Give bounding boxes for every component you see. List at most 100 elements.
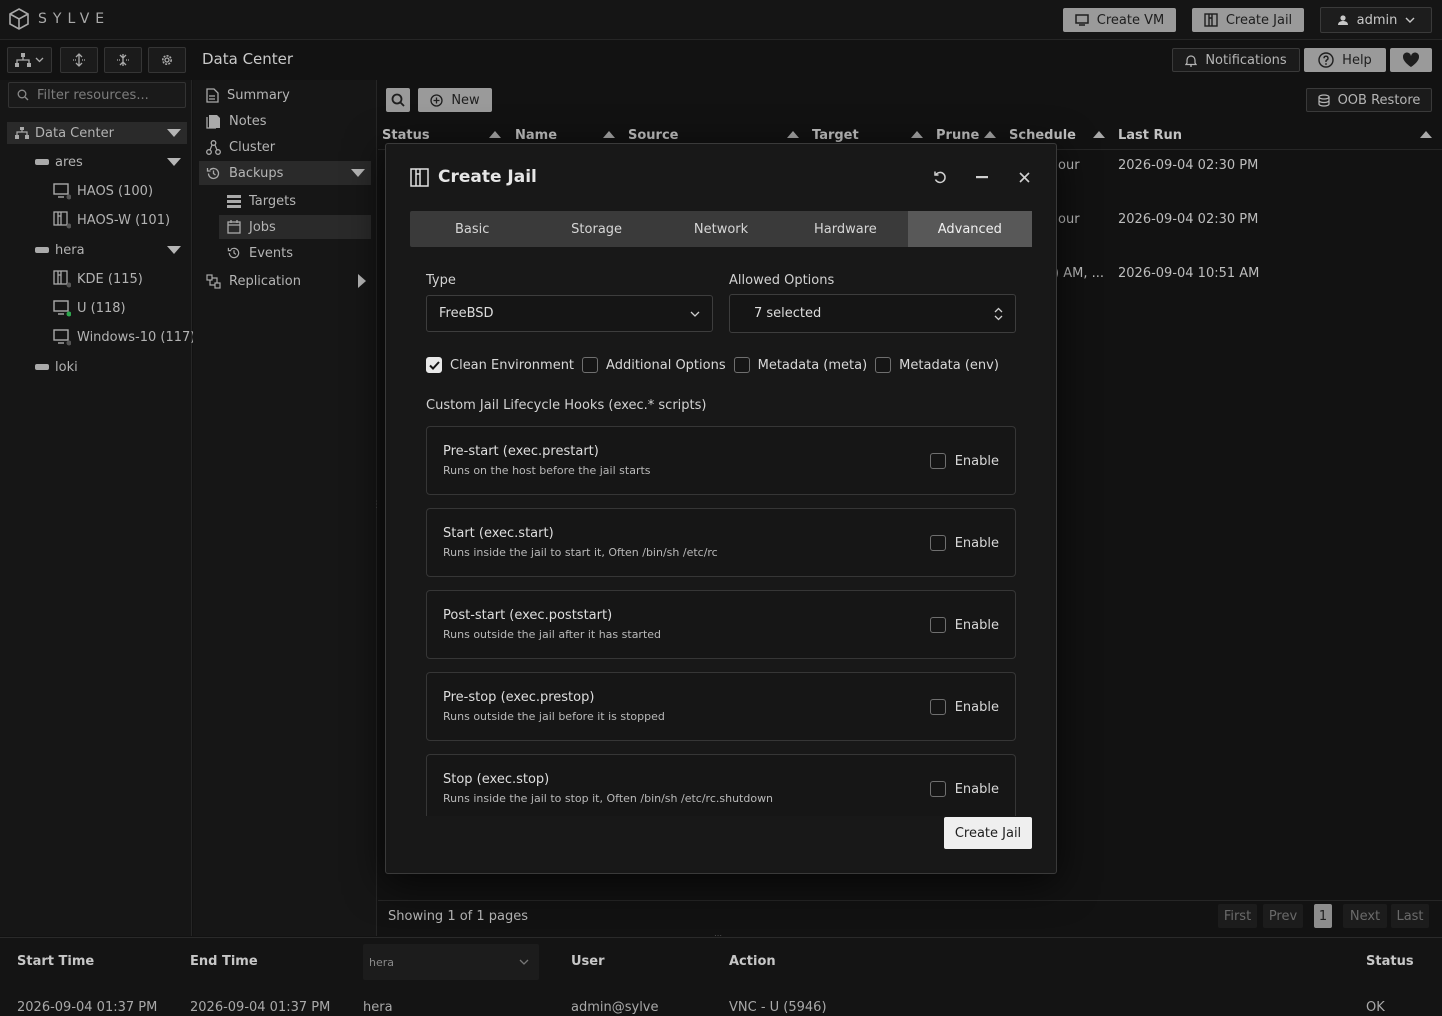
user-menu[interactable]: admin: [1320, 7, 1432, 33]
new-job-button[interactable]: New: [418, 88, 492, 112]
resize-handle[interactable]: ⋯: [714, 931, 722, 940]
pager-next[interactable]: Next: [1343, 904, 1387, 928]
chevrons-up-down-icon: [994, 307, 1003, 321]
hook-enable-toggle[interactable]: Enable: [929, 453, 999, 469]
enable-checkbox[interactable]: [929, 453, 946, 469]
column-source[interactable]: Source: [628, 128, 678, 143]
hook-enable-toggle[interactable]: Enable: [929, 781, 999, 797]
pager-last[interactable]: Last: [1391, 904, 1429, 928]
nav-item-summary[interactable]: Summary: [206, 83, 290, 107]
pager-prev[interactable]: Prev: [1263, 904, 1303, 928]
close-button[interactable]: [1012, 166, 1036, 188]
create-vm-button[interactable]: Create VM: [1063, 8, 1176, 32]
database-icon: [1317, 93, 1330, 107]
tree-root-label: Data Center: [35, 125, 114, 141]
allowed-options-select[interactable]: 7 selected: [729, 294, 1016, 333]
enable-checkbox[interactable]: [929, 617, 946, 633]
additional-options-checkbox[interactable]: [582, 357, 599, 373]
enable-checkbox[interactable]: [929, 699, 946, 715]
log-col-user[interactable]: User: [571, 954, 605, 969]
column-name[interactable]: Name: [515, 128, 557, 143]
minimize-button[interactable]: [970, 166, 994, 188]
type-select[interactable]: FreeBSD: [426, 295, 713, 332]
tree-node-hera[interactable]: hera: [35, 239, 187, 261]
cube-logo-icon: [8, 8, 30, 30]
tree-item-datacenter[interactable]: Data Center: [7, 122, 187, 144]
hook-card-stop: Stop (exec.stop) Runs inside the jail to…: [426, 754, 1016, 816]
metadata-env-checkbox[interactable]: [875, 357, 892, 373]
help-label: Help: [1342, 52, 1372, 68]
oob-restore-button[interactable]: OOB Restore: [1306, 88, 1432, 112]
nav-item-replication[interactable]: Replication: [206, 269, 366, 293]
create-jail-submit-button[interactable]: Create Jail: [944, 817, 1032, 849]
nav-item-backups[interactable]: Backups: [199, 161, 371, 185]
cell-schedule: our: [1058, 158, 1080, 173]
column-schedule[interactable]: Schedule: [1009, 128, 1076, 143]
tree-node-loki[interactable]: loki: [35, 356, 78, 378]
clean-environment-checkbox[interactable]: [426, 357, 442, 373]
type-label: Type: [426, 273, 456, 288]
tree-item-vm[interactable]: U (118): [53, 297, 126, 319]
sort-icon[interactable]: [489, 131, 501, 138]
column-last-run[interactable]: Last Run: [1118, 128, 1182, 143]
nav-item-cluster[interactable]: Cluster: [206, 135, 275, 159]
enable-checkbox[interactable]: [929, 781, 946, 797]
tree-item-jail[interactable]: KDE (115): [53, 268, 143, 290]
log-col-start-time[interactable]: Start Time: [17, 954, 94, 969]
log-col-status[interactable]: Status: [1366, 954, 1414, 969]
enable-label: Enable: [954, 453, 999, 469]
column-status[interactable]: Status: [382, 128, 430, 143]
nav-label: Cluster: [229, 139, 276, 155]
metadata-meta-checkbox[interactable]: [733, 357, 750, 373]
expand-all-button[interactable]: [60, 47, 98, 73]
nav-item-targets[interactable]: Targets: [227, 189, 296, 213]
tree-item-jail[interactable]: HAOS-W (101): [53, 209, 170, 231]
tree-item-vm[interactable]: HAOS (100): [53, 180, 153, 202]
sort-icon[interactable]: [911, 131, 923, 138]
settings-button[interactable]: [148, 47, 186, 73]
column-target[interactable]: Target: [812, 128, 859, 143]
tab-basic[interactable]: Basic: [410, 211, 534, 247]
sort-icon[interactable]: [1093, 131, 1105, 138]
hook-enable-toggle[interactable]: Enable: [929, 699, 999, 715]
help-button[interactable]: Help: [1304, 48, 1386, 72]
enable-label: Enable: [954, 535, 999, 551]
sort-icon[interactable]: [1420, 131, 1432, 138]
tab-storage[interactable]: Storage: [534, 211, 658, 247]
tab-advanced[interactable]: Advanced: [907, 211, 1033, 247]
node-filter-select[interactable]: hera: [363, 944, 539, 980]
create-jail-top-button[interactable]: Create Jail: [1192, 8, 1304, 32]
tree-node-ares[interactable]: ares: [35, 151, 187, 173]
cluster-icon: [206, 139, 221, 155]
reset-button[interactable]: [928, 166, 952, 188]
notifications-button[interactable]: Notifications: [1172, 48, 1300, 72]
nav-item-jobs[interactable]: Jobs: [219, 215, 371, 239]
hook-enable-toggle[interactable]: Enable: [929, 617, 999, 633]
sort-icon[interactable]: [984, 131, 996, 138]
hook-description: Runs inside the jail to stop it, Often /…: [443, 792, 774, 805]
sort-icon[interactable]: [603, 131, 615, 138]
app-logo[interactable]: SYLVE: [8, 8, 110, 30]
log-col-action[interactable]: Action: [729, 954, 776, 969]
pager-first[interactable]: First: [1218, 904, 1257, 928]
enable-checkbox[interactable]: [929, 535, 946, 551]
nav-label: Jobs: [249, 219, 276, 235]
hooks-scroll-area[interactable]: Pre-start (exec.prestart) Runs on the ho…: [426, 426, 1016, 816]
pager-current-page[interactable]: 1: [1314, 904, 1332, 928]
column-prune[interactable]: Prune: [936, 128, 979, 143]
sort-icon[interactable]: [787, 131, 799, 138]
nav-item-events[interactable]: Events: [227, 241, 293, 265]
collapse-all-button[interactable]: [104, 47, 142, 73]
log-col-end-time[interactable]: End Time: [190, 954, 258, 969]
search-button[interactable]: [386, 88, 410, 112]
nav-item-notes[interactable]: Notes: [206, 109, 267, 133]
donate-button[interactable]: [1390, 48, 1432, 72]
view-switcher[interactable]: [7, 47, 52, 73]
filter-resources-input[interactable]: Filter resources...: [8, 82, 186, 108]
tree-item-vm[interactable]: Windows-10 (117): [53, 326, 195, 348]
user-name: admin: [1356, 12, 1398, 28]
hook-enable-toggle[interactable]: Enable: [929, 535, 999, 551]
tab-hardware[interactable]: Hardware: [783, 211, 907, 247]
tab-network[interactable]: Network: [659, 211, 783, 247]
vm-label: U (118): [77, 300, 126, 316]
